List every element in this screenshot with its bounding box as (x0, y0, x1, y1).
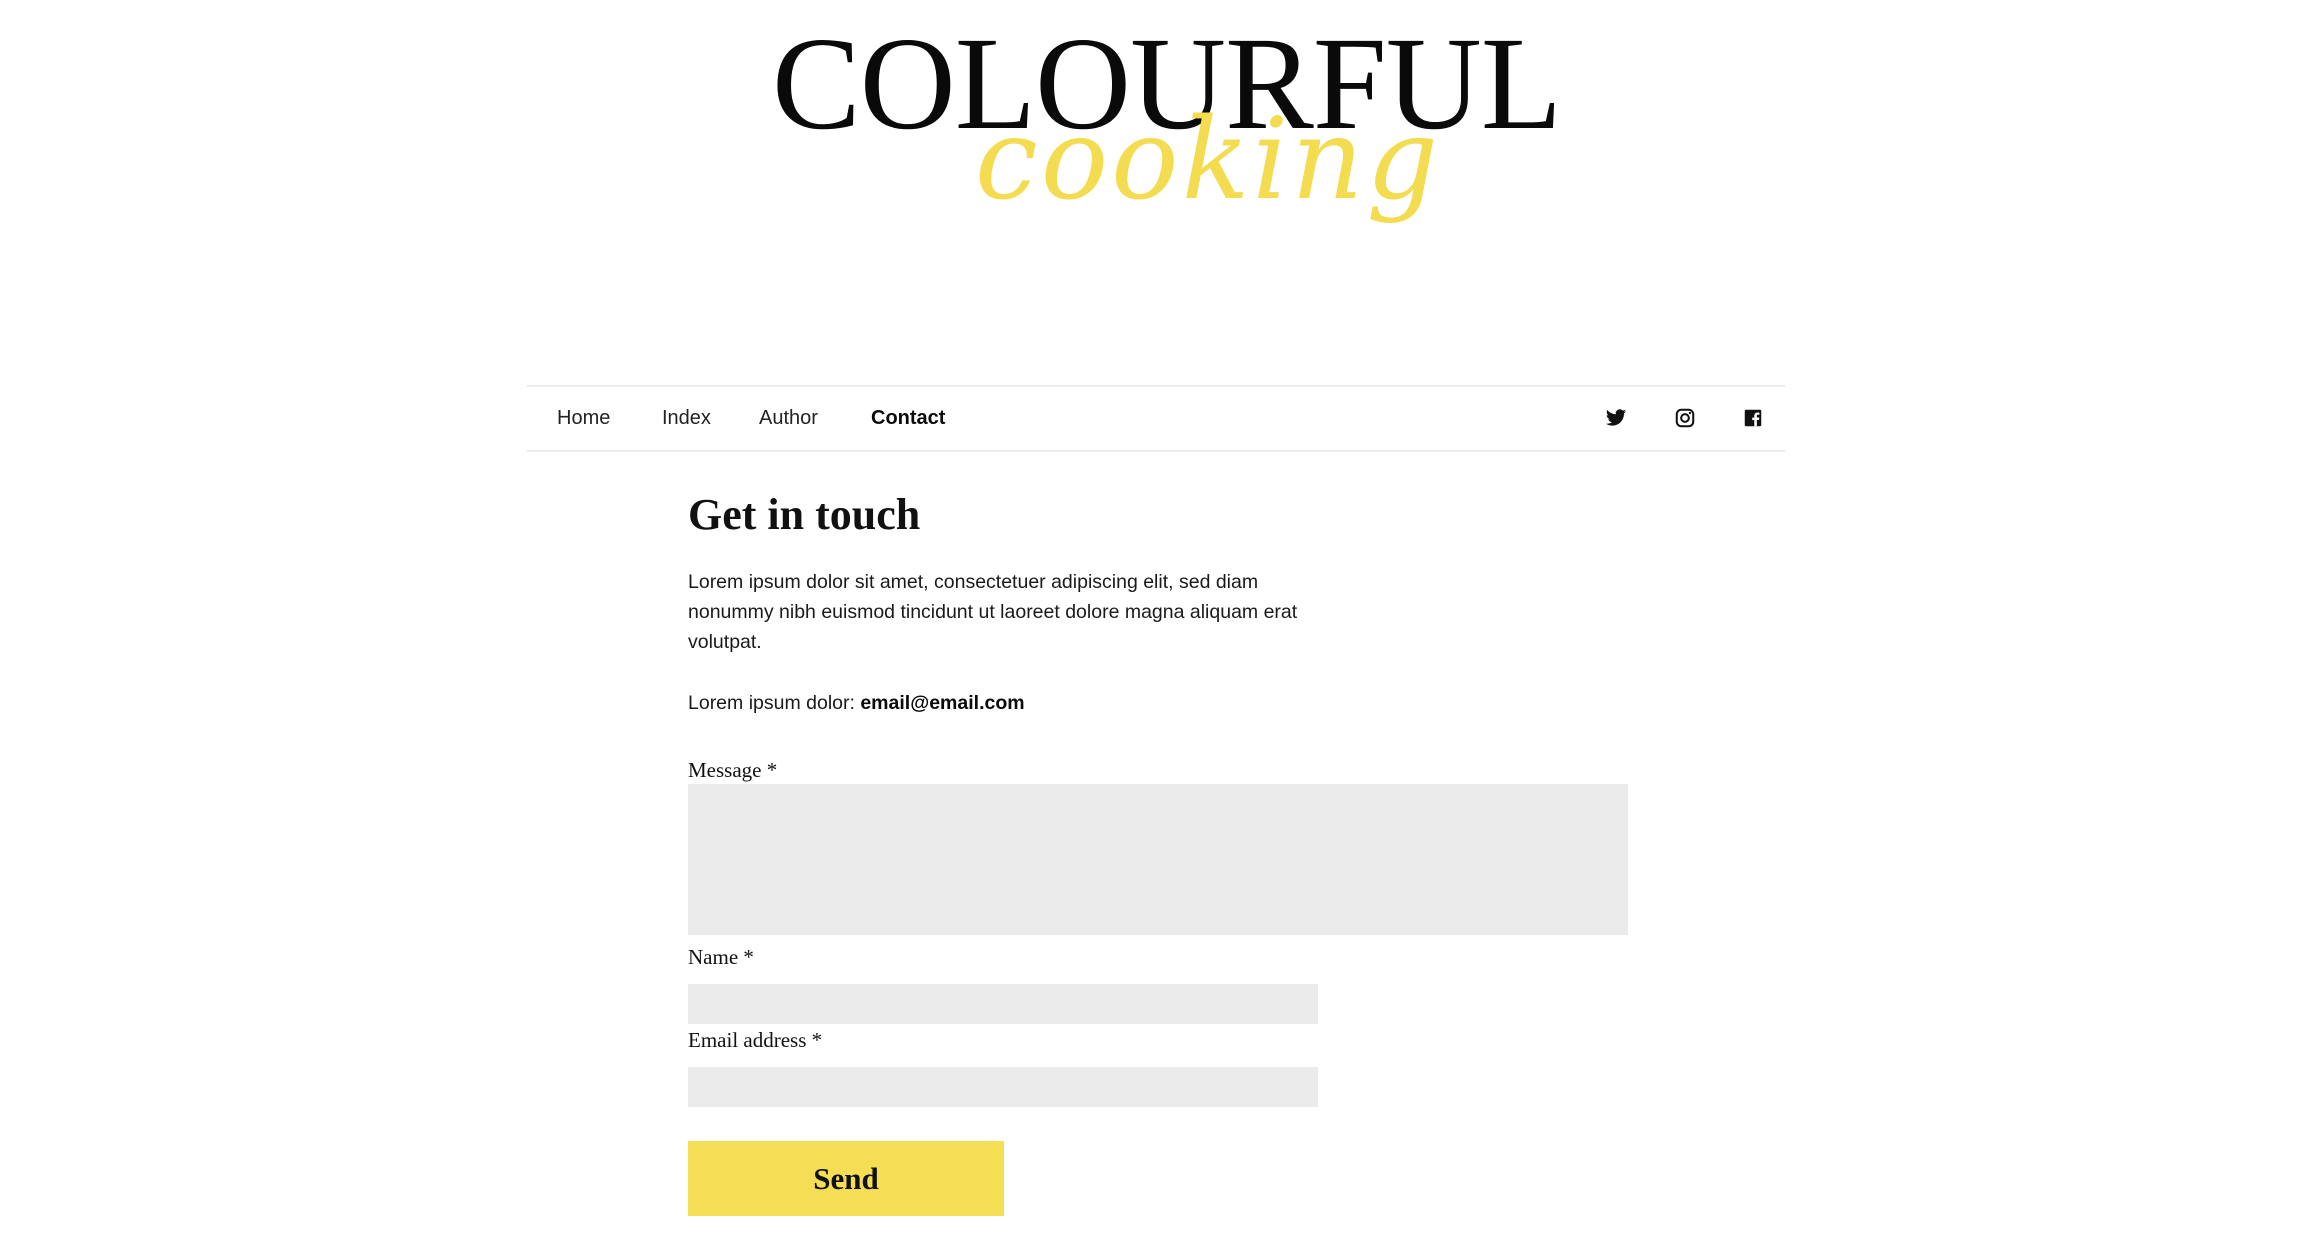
contact-email-line: Lorem ipsum dolor: email@email.com (688, 688, 1338, 718)
name-field[interactable] (688, 984, 1318, 1024)
twitter-icon[interactable] (1605, 407, 1627, 429)
nav-link-author[interactable]: Author (759, 387, 818, 450)
facebook-icon[interactable] (1742, 407, 1764, 429)
main-navigation: Home Index Author Contact (527, 385, 1785, 452)
message-label: Message * (688, 758, 778, 782)
nav-link-home[interactable]: Home (557, 387, 610, 450)
nav-link-contact[interactable]: Contact (871, 387, 945, 450)
site-logo[interactable]: COLOURFUL cooking (0, 0, 2300, 300)
message-field[interactable] (688, 784, 1628, 935)
logo-script: cooking (975, 95, 1442, 225)
email-label: Email address * (688, 1028, 823, 1052)
contact-email-link[interactable]: email@email.com (860, 692, 1024, 714)
email-prefix: Lorem ipsum dolor: (688, 692, 861, 714)
name-label: Name * (688, 945, 754, 969)
intro-text: Lorem ipsum dolor sit amet, consectetuer… (688, 571, 1298, 653)
email-field[interactable] (688, 1067, 1318, 1107)
nav-link-index[interactable]: Index (662, 387, 711, 450)
page-title: Get in touch (688, 490, 921, 539)
instagram-icon[interactable] (1674, 407, 1696, 429)
send-button[interactable]: Send (688, 1141, 1004, 1216)
